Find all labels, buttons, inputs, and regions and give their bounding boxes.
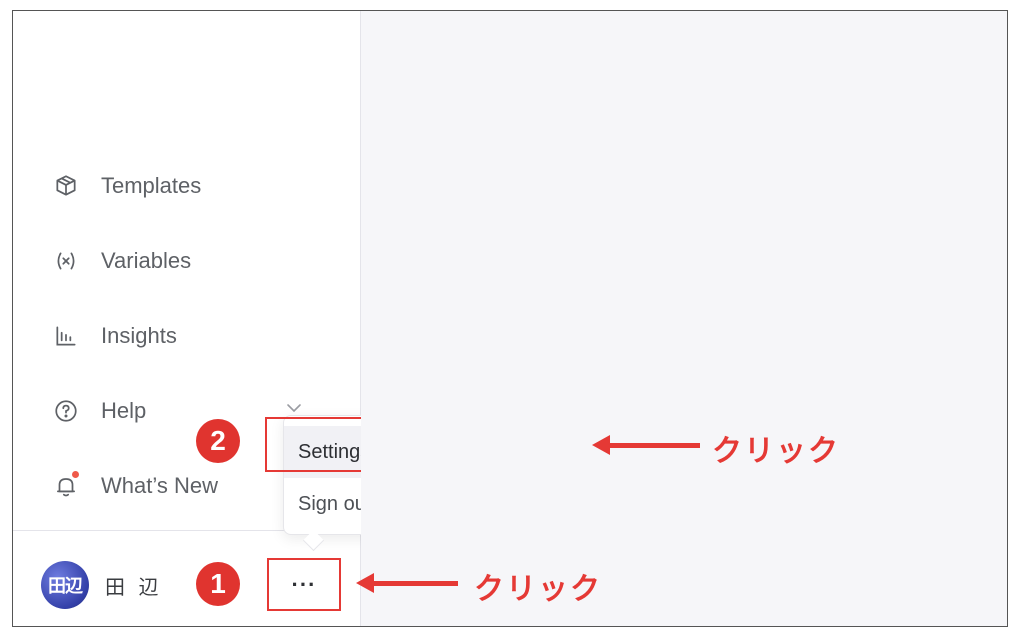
step-1-badge: 1 xyxy=(196,562,240,606)
chevron-down-icon xyxy=(287,404,301,413)
menu-item-label: Settings xyxy=(298,440,371,463)
notification-dot xyxy=(72,471,79,478)
bell-icon xyxy=(51,471,81,501)
sidebar-item-templates[interactable]: Templates xyxy=(51,166,201,206)
arrow-left-icon xyxy=(592,435,700,455)
arrow-left-icon xyxy=(356,573,458,593)
variables-icon xyxy=(51,246,81,276)
sidebar-item-label: What’s New xyxy=(101,473,218,498)
step-2-badge: 2 xyxy=(196,419,240,463)
main-content xyxy=(361,11,1007,626)
annotation-click-label: クリック xyxy=(474,573,602,606)
sidebar-item-label: Templates xyxy=(101,173,202,198)
sidebar-item-label: Insights xyxy=(101,323,177,348)
help-icon xyxy=(51,396,81,426)
templates-icon xyxy=(51,171,81,201)
user-name: 田 辺 xyxy=(105,576,163,599)
avatar[interactable]: 田辺 xyxy=(41,561,89,609)
app-window: Templates Variables Insights Help What’s… xyxy=(12,10,1008,627)
insights-icon xyxy=(51,321,81,351)
sidebar-item-label: Help xyxy=(101,398,147,423)
sidebar-item-help[interactable]: Help xyxy=(51,391,146,431)
sidebar-item-label: Variables xyxy=(101,248,192,273)
more-options-button[interactable]: ··· xyxy=(267,558,341,611)
user-profile: 田辺 田 辺 xyxy=(41,561,163,609)
annotation-click-label: クリック xyxy=(712,435,840,468)
sidebar: Templates Variables Insights Help What’s… xyxy=(13,11,572,626)
sidebar-item-variables[interactable]: Variables xyxy=(51,241,191,281)
sidebar-item-insights[interactable]: Insights xyxy=(51,316,177,356)
sidebar-item-whats-new[interactable]: What’s New xyxy=(51,466,218,506)
